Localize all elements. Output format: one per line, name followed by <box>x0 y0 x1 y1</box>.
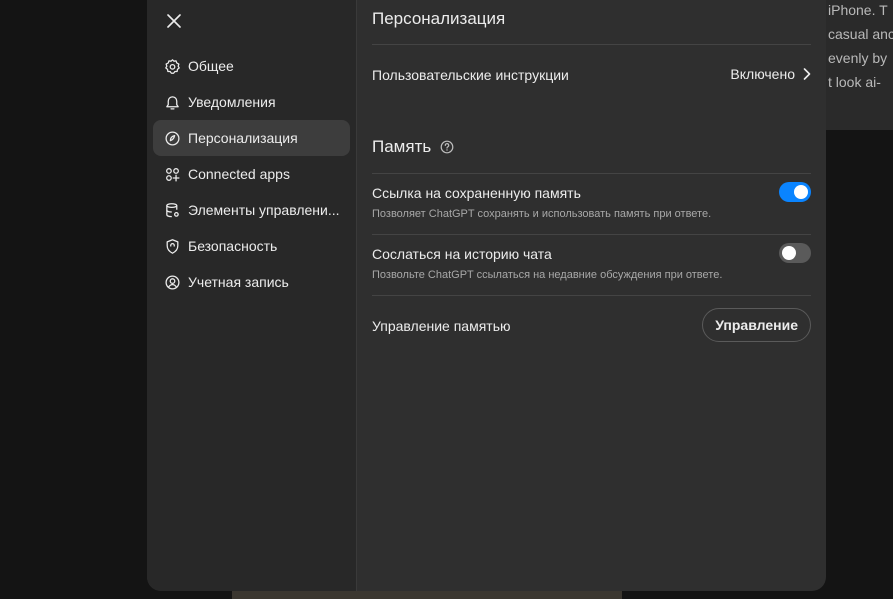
close-icon <box>167 14 181 28</box>
help-icon[interactable] <box>440 140 454 154</box>
background-text-line: t look ai- <box>828 74 881 90</box>
settings-sidebar: Общее Уведомления Персонализация Connect… <box>147 0 357 591</box>
background-text-line: evenly by <box>828 50 888 66</box>
toggle-knob <box>794 185 808 199</box>
background-chat-fragment: iPhone. T casual anc evenly by t look ai… <box>826 0 893 130</box>
manage-memory-label: Управление памятью <box>372 318 511 334</box>
apps-grid-icon <box>163 165 181 183</box>
background-image-fragment <box>232 590 622 599</box>
sidebar-item-account[interactable]: Учетная запись <box>153 264 350 300</box>
chat-history-label: Сослаться на историю чата <box>372 246 552 262</box>
custom-instructions-status: Включено <box>730 66 795 82</box>
sidebar-item-data-controls[interactable]: Элементы управлени... <box>153 192 350 228</box>
sidebar-item-label: Персонализация <box>188 130 298 146</box>
chevron-right-icon <box>803 68 811 80</box>
background-text-line: casual anc <box>828 26 893 42</box>
divider <box>372 44 811 45</box>
saved-memory-description: Позволяет ChatGPT сохранять и использова… <box>372 208 712 220</box>
bell-icon <box>163 93 181 111</box>
chat-history-description: Позвольте ChatGPT ссылаться на недавние … <box>372 269 723 281</box>
sidebar-item-label: Connected apps <box>188 166 290 182</box>
gear-icon <box>163 57 181 75</box>
user-circle-icon <box>163 273 181 291</box>
saved-memory-toggle[interactable] <box>779 182 811 202</box>
sidebar-item-notifications[interactable]: Уведомления <box>153 84 350 120</box>
toggle-knob <box>782 246 796 260</box>
database-icon <box>163 201 181 219</box>
memory-title-text: Память <box>372 137 432 156</box>
personalization-icon <box>163 129 181 147</box>
sidebar-item-label: Общее <box>188 58 234 74</box>
saved-memory-label: Ссылка на сохраненную память <box>372 185 581 201</box>
custom-instructions-button[interactable]: Включено <box>730 66 811 82</box>
memory-section-title: Память <box>372 137 454 157</box>
settings-modal: Общее Уведомления Персонализация Connect… <box>147 0 826 591</box>
sidebar-item-security[interactable]: Безопасность <box>153 228 350 264</box>
sidebar-item-label: Уведомления <box>188 94 276 110</box>
divider <box>372 173 811 174</box>
sidebar-item-label: Учетная запись <box>188 274 289 290</box>
sidebar-item-connected-apps[interactable]: Connected apps <box>153 156 350 192</box>
sidebar-item-general[interactable]: Общее <box>153 48 350 84</box>
manage-memory-button[interactable]: Управление <box>702 308 811 342</box>
background-text-line: iPhone. T <box>828 2 888 18</box>
sidebar-item-label: Безопасность <box>188 238 278 254</box>
page-title: Персонализация <box>372 9 506 28</box>
custom-instructions-label: Пользовательские инструкции <box>372 67 569 83</box>
divider <box>372 234 811 235</box>
chat-history-toggle[interactable] <box>779 243 811 263</box>
sidebar-item-personalization[interactable]: Персонализация <box>153 120 350 156</box>
divider <box>372 295 811 296</box>
settings-nav: Общее Уведомления Персонализация Connect… <box>153 48 350 300</box>
close-button[interactable] <box>163 10 185 32</box>
shield-icon <box>163 237 181 255</box>
sidebar-item-label: Элементы управлени... <box>188 202 340 218</box>
